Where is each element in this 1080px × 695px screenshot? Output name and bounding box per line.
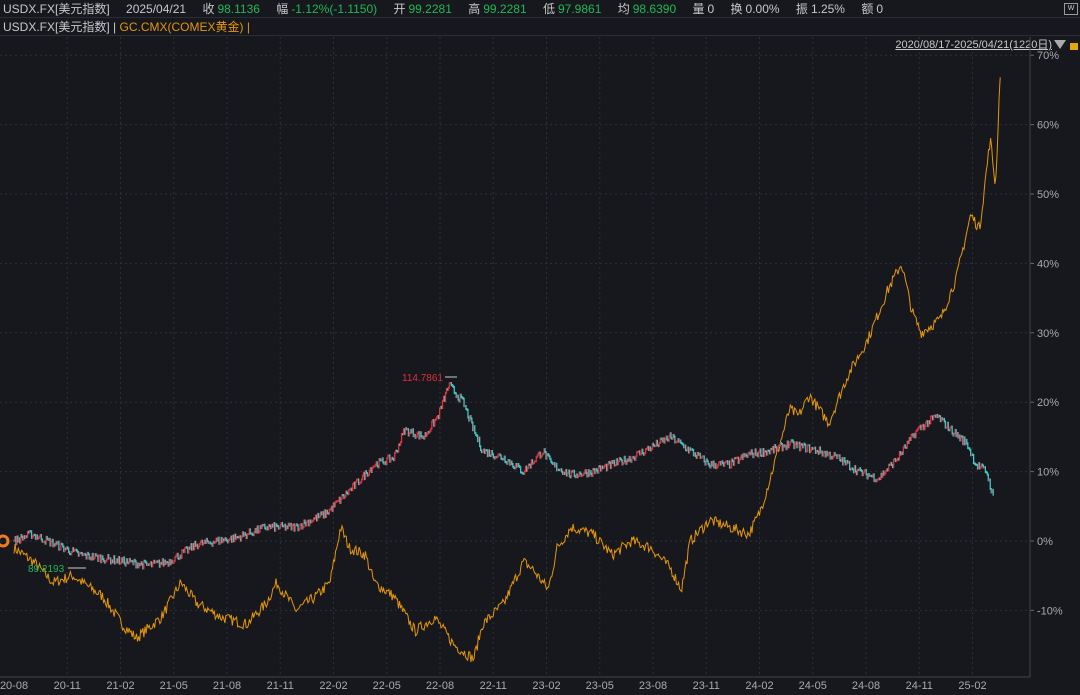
- x-tick-label: 24-02: [745, 680, 773, 692]
- x-tick-label: 20-11: [54, 680, 81, 692]
- date: 2025/04/21: [126, 2, 187, 16]
- legend-compare[interactable]: GC.CMX(COMEX黄金) |: [119, 20, 249, 34]
- x-tick-label: 23-02: [532, 680, 560, 692]
- x-tick-label: 23-05: [586, 680, 614, 692]
- y-tick-label: 40%: [1037, 258, 1059, 270]
- y-tick-label: 60%: [1037, 120, 1059, 132]
- legend-main[interactable]: USDX.FX[美元指数] |: [3, 20, 116, 34]
- x-tick-label: 20-08: [0, 680, 28, 692]
- y-tick-label: 50%: [1037, 189, 1059, 201]
- open-value: 99.2281: [408, 2, 452, 16]
- high-value: 99.2281: [483, 2, 527, 16]
- x-tick-label: 24-05: [799, 680, 827, 692]
- x-tick-label: 24-08: [852, 680, 880, 692]
- x-tick-label: 24-11: [906, 680, 933, 692]
- max-annotation: 114.7861: [402, 373, 443, 384]
- y-tick-label: 20%: [1037, 397, 1059, 409]
- turnover-value: 0.00%: [745, 2, 780, 16]
- change-value: -1.12%(-1.1150): [291, 2, 378, 16]
- high-label: 高: [468, 2, 481, 16]
- symbol: USDX.FX[美元指数]: [3, 2, 110, 16]
- turnover-label: 换: [730, 2, 743, 16]
- amount-label: 额: [861, 2, 874, 16]
- x-tick-label: 22-08: [426, 680, 454, 692]
- min-annotation: 89.2193: [28, 564, 65, 575]
- x-tick-label: 21-11: [267, 680, 294, 692]
- x-tick-label: 21-02: [106, 680, 134, 692]
- change-label: 幅: [276, 2, 289, 16]
- legend-bar: USDX.FX[美元指数] | GC.CMX(COMEX黄金) | 2020/0…: [0, 18, 1080, 51]
- vol-value: 0: [707, 2, 715, 16]
- amp-label: 振: [795, 2, 808, 16]
- x-tick-label: 22-05: [373, 680, 401, 692]
- x-tick-label: 22-02: [319, 680, 347, 692]
- close-value: 98.1136: [217, 2, 260, 16]
- open-label: 开: [393, 2, 406, 16]
- avg-value: 98.6390: [632, 2, 677, 16]
- chart[interactable]: 70% 60% 50% 40% 30% 20% 10% 0% -10% 20-08 20-11 21-…: [0, 37, 1080, 695]
- amount-value: 0: [876, 2, 884, 16]
- y-tick-label: 70%: [1037, 50, 1059, 62]
- x-tick-label: 25-02: [958, 680, 986, 692]
- avg-label: 均: [617, 2, 630, 16]
- x-tick-label: 21-08: [213, 680, 241, 692]
- x-tick-label: 23-11: [693, 680, 720, 692]
- vol-label: 量: [692, 2, 705, 16]
- amp-value: 1.25%: [810, 2, 845, 16]
- y-tick-label: 10%: [1037, 467, 1059, 479]
- w-icon[interactable]: W: [1064, 3, 1078, 15]
- close-label: 收: [202, 2, 215, 16]
- y-tick-label: 30%: [1037, 328, 1059, 340]
- low-value: 97.9861: [558, 2, 602, 16]
- y-tick-label: -10%: [1037, 605, 1063, 617]
- x-tick-label: 22-11: [480, 680, 507, 692]
- gold-series-line: [13, 77, 1001, 663]
- low-label: 低: [542, 2, 555, 16]
- quote-bar: USDX.FX[美元指数] 2025/04/21 收 98.1136 幅 -1.12…: [0, 0, 1080, 18]
- y-tick-label: 0%: [1037, 536, 1053, 548]
- x-tick-label: 21-05: [160, 680, 188, 692]
- x-tick-label: 23-08: [639, 680, 667, 692]
